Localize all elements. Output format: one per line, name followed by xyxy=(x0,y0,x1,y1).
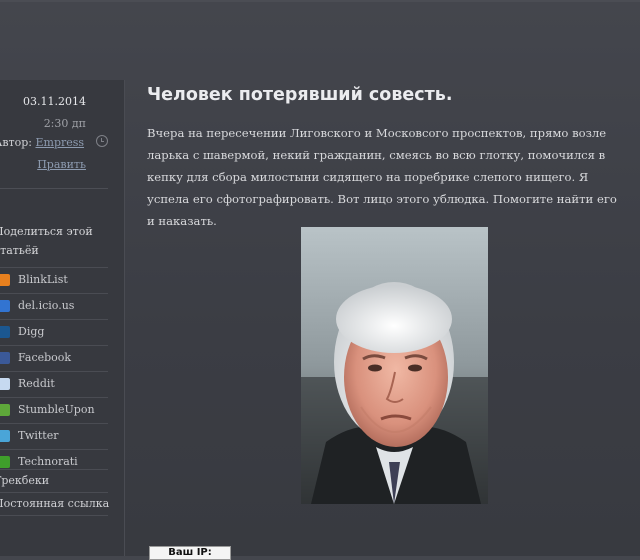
share-item-label: Facebook xyxy=(18,351,72,364)
author-link[interactable]: Empress xyxy=(35,136,84,149)
trackbacks-label: Трекбеки xyxy=(0,474,50,487)
share-item-label: StumbleUpon xyxy=(18,403,95,416)
post-title: Человек потерявший совесть. xyxy=(147,85,453,105)
share-item-twitter[interactable]: Twitter xyxy=(0,423,108,449)
share-item-label: BlinkList xyxy=(18,273,68,286)
digg-icon xyxy=(0,326,10,338)
facebook-icon xyxy=(0,352,10,364)
ip-widget: Ваш IP: xyxy=(149,546,231,560)
share-item-label: Technorati xyxy=(18,455,78,468)
clock-icon xyxy=(96,135,108,147)
share-item-stumbleupon[interactable]: StumbleUpon xyxy=(0,397,108,423)
permalink-link[interactable]: Постоянная ссылка xyxy=(0,492,110,516)
author-label: Автор: xyxy=(0,136,32,149)
post-author: Автор: Empress xyxy=(0,136,84,149)
share-item-digg[interactable]: Digg xyxy=(0,319,108,345)
blinklist-icon xyxy=(0,274,10,286)
share-item-reddit[interactable]: Reddit xyxy=(0,371,108,397)
share-item-label: del.icio.us xyxy=(18,299,75,312)
post-body: Вчера на пересечении Лиговского и Москов… xyxy=(147,126,617,228)
technorati-icon xyxy=(0,456,10,468)
share-item-blinklist[interactable]: BlinkList xyxy=(0,267,108,293)
share-item-label: Twitter xyxy=(18,429,59,442)
portrait-image xyxy=(301,227,488,504)
stumbleupon-icon xyxy=(0,404,10,416)
share-item-label: Reddit xyxy=(18,377,55,390)
share-list: BlinkList del.icio.us Digg Facebook Reddit St… xyxy=(0,267,108,475)
post-sidebar: 03.11.2014 2:30 дп Автор: Empress Правит… xyxy=(0,80,125,556)
post-date: 03.11.2014 xyxy=(23,95,86,108)
share-item-label: Digg xyxy=(18,325,45,338)
reddit-icon xyxy=(0,378,10,390)
permalink-label: Постоянная ссылка xyxy=(0,497,110,510)
edit-link[interactable]: Править xyxy=(37,158,86,171)
post-links: Трекбеки Постоянная ссылка xyxy=(0,469,110,516)
share-item-del-icio-us[interactable]: del.icio.us xyxy=(0,293,108,319)
divider xyxy=(0,188,108,189)
twitter-icon xyxy=(0,430,10,442)
post-photo xyxy=(301,227,488,504)
post-time: 2:30 дп xyxy=(43,117,86,130)
ip-label: Ваш IP: xyxy=(168,547,212,558)
trackbacks-link[interactable]: Трекбеки xyxy=(0,469,108,492)
delicious-icon xyxy=(0,300,10,312)
share-title: Поделиться этой статьёй xyxy=(0,225,93,257)
share-item-facebook[interactable]: Facebook xyxy=(0,345,108,371)
top-border xyxy=(0,0,640,2)
